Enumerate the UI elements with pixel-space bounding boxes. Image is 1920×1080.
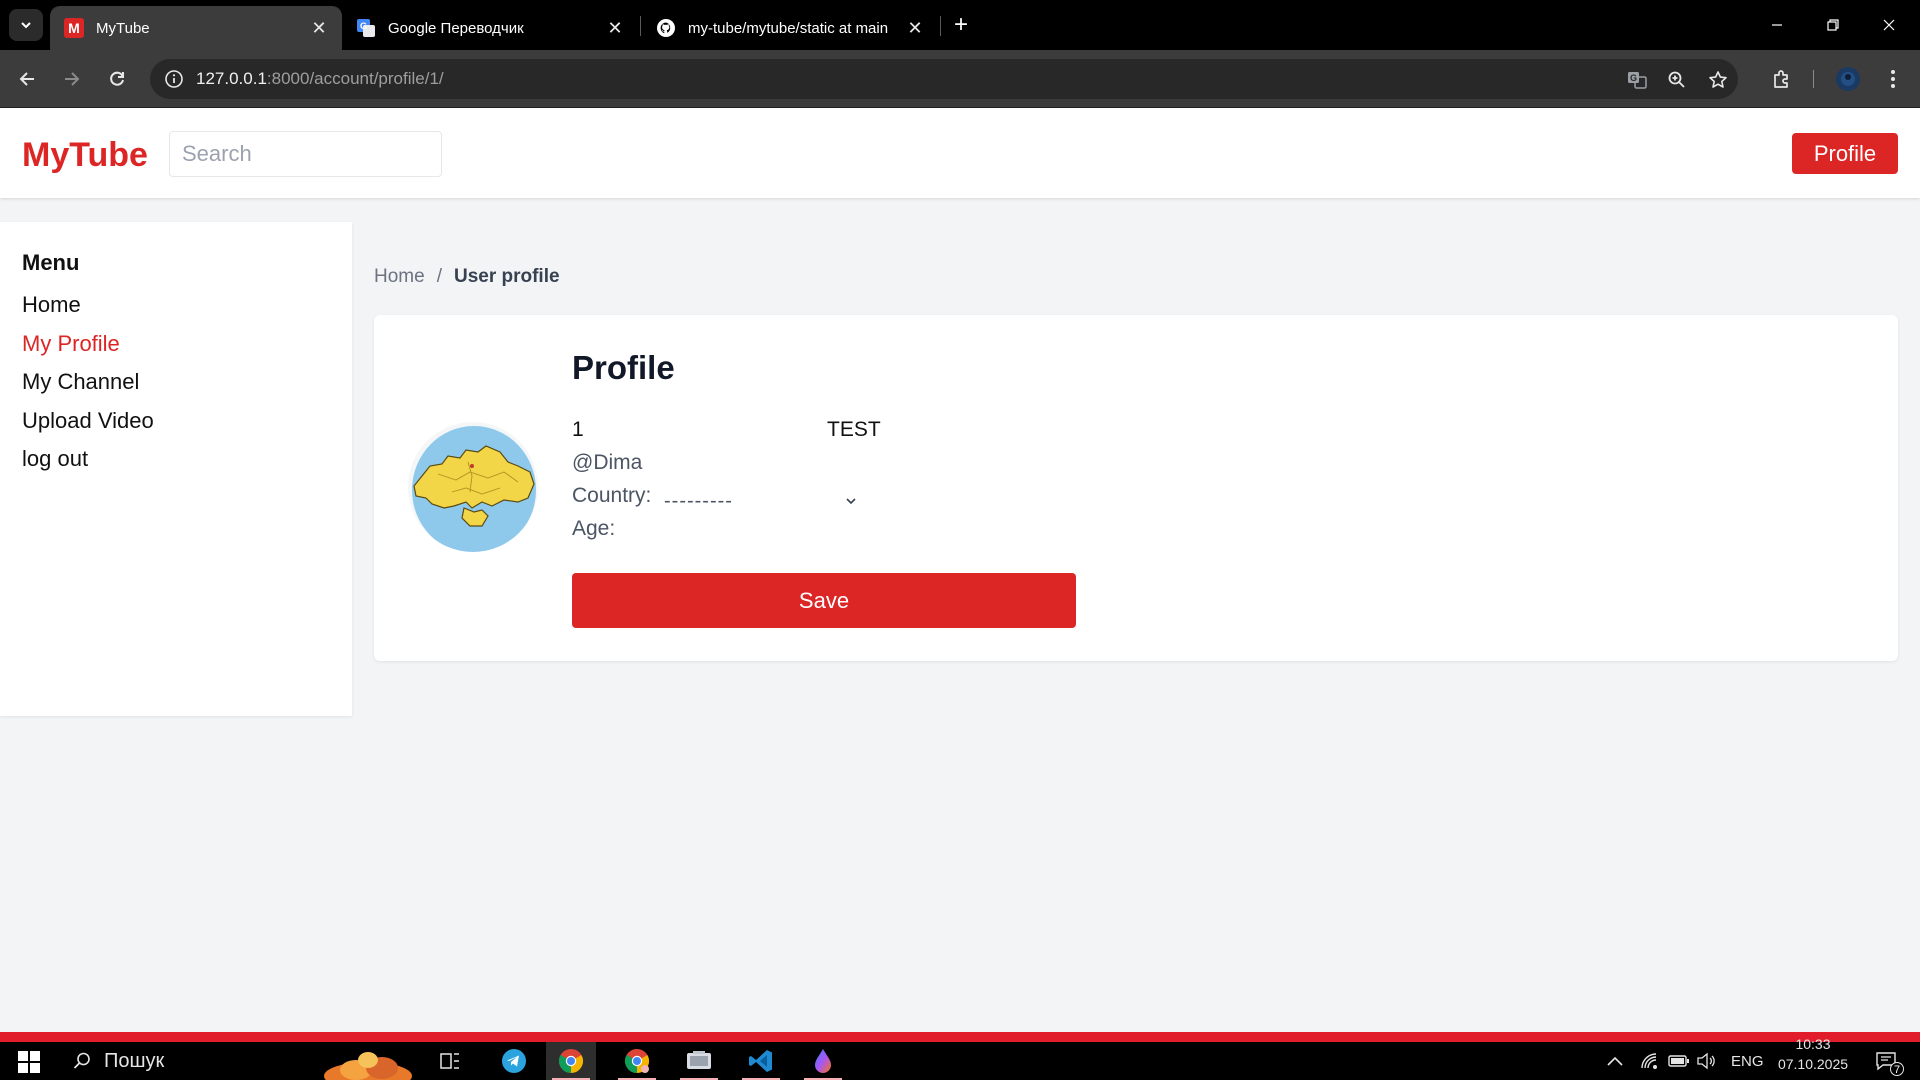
- taskbar-clock[interactable]: 10:33 07.10.2025: [1776, 1036, 1850, 1080]
- search-input[interactable]: [169, 131, 442, 177]
- clock-time: 10:33: [1795, 1036, 1831, 1052]
- site-header: MyTube Profile: [0, 108, 1920, 198]
- windows-taskbar: Пошук ENG 10:33 07.10.2025 7: [0, 1036, 1920, 1080]
- zoom-icon[interactable]: [1664, 67, 1690, 93]
- chrome-profile-icon[interactable]: [612, 1042, 662, 1080]
- tab-separator: [940, 16, 941, 36]
- vscode-icon[interactable]: [736, 1042, 786, 1080]
- sidebar-item-my-channel[interactable]: My Channel: [22, 367, 154, 406]
- breadcrumb-separator: /: [436, 266, 442, 287]
- forward-arrow-icon[interactable]: [54, 62, 88, 96]
- site-info-icon[interactable]: [154, 59, 194, 99]
- chevron-down-icon: [846, 498, 856, 505]
- sidebar-item-upload-video[interactable]: Upload Video: [22, 406, 154, 445]
- back-arrow-icon[interactable]: [11, 62, 45, 96]
- profile-avatar-icon[interactable]: [1831, 62, 1865, 96]
- tab-title: MyTube: [96, 19, 150, 37]
- profile-username: @Dima: [572, 451, 643, 474]
- profile-card: Profile 1 TEST @Dima Country: --------- …: [374, 315, 1898, 661]
- wallpaper-strip: [0, 1032, 1920, 1042]
- paint-drop-icon[interactable]: [798, 1042, 848, 1080]
- battery-icon[interactable]: [1668, 1042, 1690, 1080]
- svg-text:G: G: [1630, 73, 1637, 83]
- address-bar[interactable]: 127.0.0.1:8000/account/profile/1/ G: [150, 59, 1738, 99]
- menu-title: Menu: [22, 250, 80, 275]
- tab-title: Google Переводчик: [388, 19, 524, 37]
- tab-github[interactable]: my-tube/mytube/static at main ✕: [642, 6, 938, 50]
- taskbar-search-label: Пошук: [104, 1049, 165, 1072]
- country-select-value: ---------: [664, 489, 733, 512]
- file-manager-icon[interactable]: [674, 1042, 724, 1080]
- github-favicon: [656, 18, 676, 38]
- reload-icon[interactable]: [100, 62, 134, 96]
- toolbar-separator: [1813, 70, 1814, 88]
- profile-id: 1: [572, 418, 584, 441]
- tab-search-button[interactable]: [9, 9, 43, 41]
- save-button[interactable]: Save: [572, 573, 1076, 628]
- translate-icon[interactable]: G: [1624, 67, 1650, 93]
- url-host: 127.0.0.1: [196, 69, 267, 88]
- clock-date: 07.10.2025: [1777, 1056, 1849, 1072]
- site-logo[interactable]: MyTube: [22, 136, 148, 175]
- search-icon: [73, 1052, 90, 1069]
- sidebar-menu: Home My Profile My Channel Upload Video …: [22, 290, 154, 483]
- browser-tab-bar: M MyTube ✕ G Google Переводчик ✕ my-tube…: [0, 0, 1920, 50]
- url-text: 127.0.0.1:8000/account/profile/1/: [196, 69, 444, 89]
- svg-text:G: G: [360, 21, 367, 31]
- close-icon[interactable]: ✕: [310, 18, 328, 38]
- mytube-favicon: M: [64, 18, 84, 38]
- age-label: Age:: [572, 517, 616, 540]
- language-indicator[interactable]: ENG: [1731, 1042, 1764, 1080]
- tab-mytube[interactable]: M MyTube ✕: [50, 6, 342, 50]
- sidebar-item-log-out[interactable]: log out: [22, 444, 154, 483]
- windows-start-icon[interactable]: [18, 1051, 40, 1073]
- chevron-down-icon: [21, 22, 31, 29]
- notification-count: 7: [1890, 1062, 1904, 1076]
- taskbar-search[interactable]: Пошук: [72, 1042, 164, 1080]
- country-select[interactable]: ---------: [664, 487, 858, 515]
- volume-icon[interactable]: [1696, 1042, 1716, 1080]
- sidebar-item-home[interactable]: Home: [22, 290, 154, 329]
- close-icon[interactable]: ✕: [606, 18, 624, 38]
- bookmark-star-icon[interactable]: [1705, 67, 1731, 93]
- svg-text:M: M: [68, 20, 80, 36]
- window-close-icon[interactable]: [1861, 0, 1917, 50]
- tab-google-translate[interactable]: G Google Переводчик ✕: [342, 6, 638, 50]
- profile-title: Profile: [572, 349, 675, 386]
- sidebar: Menu Home My Profile My Channel Upload V…: [0, 222, 352, 716]
- url-path: :8000/account/profile/1/: [266, 69, 444, 88]
- close-icon[interactable]: ✕: [906, 18, 924, 38]
- kebab-menu-icon[interactable]: [1876, 62, 1910, 96]
- page-viewport: MyTube Profile Menu Home My Profile My C…: [0, 108, 1920, 1032]
- new-tab-plus-icon[interactable]: +: [948, 11, 974, 38]
- sidebar-item-my-profile[interactable]: My Profile: [22, 329, 154, 368]
- tray-chevron-up-icon[interactable]: [1606, 1042, 1624, 1080]
- avatar[interactable]: [408, 422, 538, 552]
- tab-separator: [640, 16, 641, 36]
- profile-button[interactable]: Profile: [1792, 133, 1898, 174]
- breadcrumb-current: User profile: [453, 266, 560, 287]
- search-highlight-image[interactable]: [320, 1042, 416, 1080]
- restore-icon[interactable]: [1805, 0, 1861, 50]
- tab-title: my-tube/mytube/static at main: [688, 19, 889, 37]
- notification-center-icon[interactable]: 7: [1866, 1042, 1906, 1080]
- profile-name: TEST: [827, 418, 881, 441]
- chrome-icon[interactable]: [546, 1042, 596, 1080]
- country-label: Country:: [572, 484, 652, 507]
- extensions-puzzle-icon[interactable]: [1765, 62, 1799, 96]
- minimize-icon[interactable]: [1749, 0, 1805, 50]
- task-view-icon[interactable]: [425, 1042, 475, 1080]
- breadcrumb: Home / User profile: [374, 266, 560, 288]
- browser-toolbar: 127.0.0.1:8000/account/profile/1/ G: [0, 50, 1920, 108]
- telegram-icon[interactable]: [489, 1042, 539, 1080]
- google-translate-favicon: G: [356, 18, 376, 38]
- network-icon[interactable]: [1640, 1042, 1660, 1080]
- breadcrumb-home-link[interactable]: Home: [374, 266, 425, 288]
